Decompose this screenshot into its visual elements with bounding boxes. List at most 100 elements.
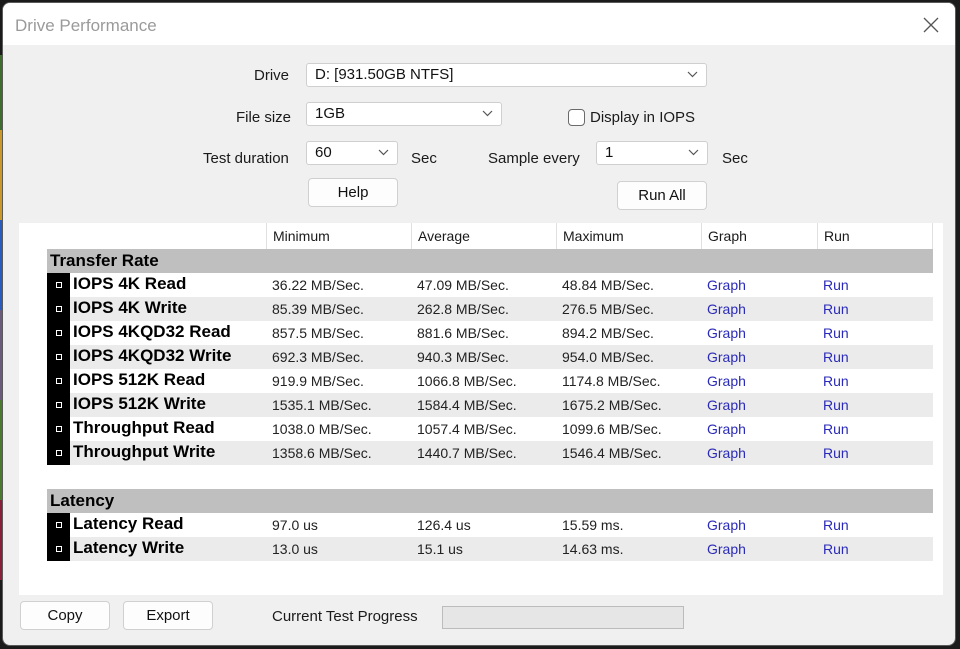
run-link[interactable]: Run — [823, 397, 849, 413]
run-link[interactable]: Run — [823, 277, 849, 293]
column-header-maximum: Maximum — [556, 223, 701, 249]
graph-link[interactable]: Graph — [707, 445, 746, 461]
results-table: Minimum Average Maximum Graph Run Transf… — [19, 223, 943, 595]
column-header-graph: Graph — [701, 223, 817, 249]
graph-link[interactable]: Graph — [707, 421, 746, 437]
drive-select[interactable]: D: [931.50GB NTFS] — [306, 63, 707, 87]
row-toggle-icon[interactable] — [47, 417, 70, 441]
file-size-select-value: 1GB — [315, 105, 346, 122]
test-name: Throughput Write — [73, 442, 216, 461]
section-header: Latency — [47, 489, 933, 513]
graph-link[interactable]: Graph — [707, 301, 746, 317]
file-size-label: File size — [236, 109, 292, 126]
maximum-value: 14.63 ms. — [562, 541, 624, 557]
graph-link[interactable]: Graph — [707, 325, 746, 341]
row-toggle-icon[interactable] — [47, 537, 70, 561]
test-name: IOPS 512K Write — [73, 394, 206, 413]
run-link[interactable]: Run — [823, 445, 849, 461]
test-duration-select[interactable]: 60 — [306, 141, 398, 165]
chevron-down-icon — [378, 149, 389, 156]
square-icon — [55, 282, 62, 288]
square-icon — [55, 306, 62, 312]
test-duration-unit: Sec — [411, 150, 437, 167]
graph-link[interactable]: Graph — [707, 517, 746, 533]
graph-link[interactable]: Graph — [707, 397, 746, 413]
run-link[interactable]: Run — [823, 301, 849, 317]
row-toggle-icon[interactable] — [47, 321, 70, 345]
chevron-down-icon — [688, 149, 699, 156]
maximum-value: 954.0 MB/Sec. — [562, 349, 654, 365]
square-icon — [55, 546, 62, 552]
table-row: Latency Read 97.0 us 126.4 us 15.59 ms. Grap… — [47, 513, 933, 537]
maximum-value: 1174.8 MB/Sec. — [562, 373, 661, 389]
average-value: 1584.4 MB/Sec. — [417, 397, 517, 413]
column-header-average: Average — [411, 223, 556, 249]
row-toggle-icon[interactable] — [47, 345, 70, 369]
export-button[interactable]: Export — [123, 601, 213, 630]
sample-every-unit: Sec — [722, 150, 748, 167]
table-row: Throughput Write 1358.6 MB/Sec. 1440.7 MB/… — [47, 441, 933, 465]
maximum-value: 48.84 MB/Sec. — [562, 277, 654, 293]
maximum-value: 1546.4 MB/Sec. — [562, 445, 662, 461]
average-value: 262.8 MB/Sec. — [417, 301, 509, 317]
row-toggle-icon[interactable] — [47, 441, 70, 465]
close-button[interactable] — [913, 7, 949, 43]
display-iops-label[interactable]: Display in IOPS — [590, 109, 695, 126]
copy-button[interactable]: Copy — [20, 601, 110, 630]
drive-performance-dialog: Drive Performance Drive D: [931.50GB NTF… — [2, 2, 956, 646]
table-row: Latency Write 13.0 us 15.1 us 14.63 ms. Grap… — [47, 537, 933, 561]
run-link[interactable]: Run — [823, 541, 849, 557]
sample-every-select[interactable]: 1 — [596, 141, 708, 165]
run-link[interactable]: Run — [823, 325, 849, 341]
test-name: IOPS 4KQD32 Read — [73, 322, 231, 341]
maximum-value: 1099.6 MB/Sec. — [562, 421, 662, 437]
run-link[interactable]: Run — [823, 373, 849, 389]
row-toggle-icon[interactable] — [47, 369, 70, 393]
test-name: Latency Write — [73, 538, 185, 557]
run-all-button[interactable]: Run All — [617, 181, 707, 210]
square-icon — [55, 330, 62, 336]
graph-link[interactable]: Graph — [707, 277, 746, 293]
display-iops-checkbox[interactable] — [568, 109, 585, 126]
chevron-down-icon — [482, 110, 493, 117]
sample-every-label: Sample every — [488, 150, 580, 167]
sample-every-select-value: 1 — [605, 144, 614, 161]
minimum-value: 97.0 us — [272, 517, 318, 533]
help-button[interactable]: Help — [308, 178, 398, 207]
chevron-down-icon — [687, 71, 698, 78]
average-value: 15.1 us — [417, 541, 463, 557]
graph-link[interactable]: Graph — [707, 373, 746, 389]
test-progress-bar — [442, 606, 684, 629]
run-link[interactable]: Run — [823, 349, 849, 365]
square-icon — [55, 426, 62, 432]
test-duration-select-value: 60 — [315, 144, 332, 161]
row-toggle-icon[interactable] — [47, 513, 70, 537]
maximum-value: 1675.2 MB/Sec. — [562, 397, 662, 413]
graph-link[interactable]: Graph — [707, 541, 746, 557]
average-value: 126.4 us — [417, 517, 471, 533]
file-size-select[interactable]: 1GB — [306, 102, 502, 126]
table-row: IOPS 4K Read 36.22 MB/Sec. 47.09 MB/Sec. 48… — [47, 273, 933, 297]
minimum-value: 1535.1 MB/Sec. — [272, 397, 372, 413]
average-value: 1057.4 MB/Sec. — [417, 421, 517, 437]
average-value: 940.3 MB/Sec. — [417, 349, 509, 365]
row-toggle-icon[interactable] — [47, 297, 70, 321]
row-toggle-icon[interactable] — [47, 393, 70, 417]
row-toggle-icon[interactable] — [47, 273, 70, 297]
run-link[interactable]: Run — [823, 517, 849, 533]
maximum-value: 276.5 MB/Sec. — [562, 301, 654, 317]
drive-select-value: D: [931.50GB NTFS] — [315, 66, 454, 83]
square-icon — [55, 450, 62, 456]
table-row: IOPS 4K Write 85.39 MB/Sec. 262.8 MB/Sec. 2… — [47, 297, 933, 321]
minimum-value: 1358.6 MB/Sec. — [272, 445, 372, 461]
test-name: IOPS 512K Read — [73, 370, 206, 389]
window-title: Drive Performance — [15, 16, 157, 35]
run-link[interactable]: Run — [823, 421, 849, 437]
column-header-run: Run — [817, 223, 933, 249]
graph-link[interactable]: Graph — [707, 349, 746, 365]
square-icon — [55, 354, 62, 360]
title-bar: Drive Performance — [3, 3, 955, 45]
drive-label: Drive — [254, 67, 290, 84]
square-icon — [55, 522, 62, 528]
minimum-value: 1038.0 MB/Sec. — [272, 421, 372, 437]
